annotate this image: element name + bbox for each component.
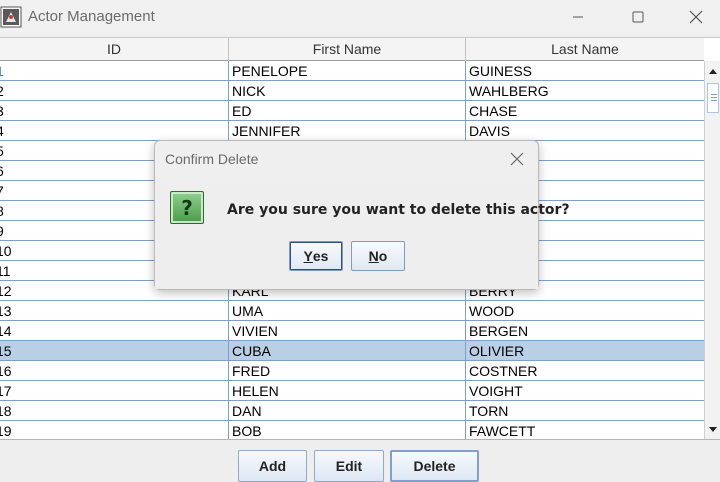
- yes-label-rest: es: [312, 248, 329, 264]
- maximize-icon: [632, 11, 644, 23]
- yes-button[interactable]: Yes: [289, 241, 343, 271]
- close-button[interactable]: [666, 0, 720, 34]
- cell-first-name[interactable]: FRED: [229, 361, 466, 381]
- question-icon: ?: [170, 191, 204, 224]
- scroll-up-button[interactable]: [705, 63, 720, 79]
- cell-last-name[interactable]: TORN: [466, 401, 704, 421]
- table-row[interactable]: 4JENNIFERDAVIS: [0, 121, 704, 141]
- cell-id[interactable]: 3: [0, 101, 229, 121]
- cell-first-name[interactable]: DAN: [229, 401, 466, 421]
- java-app-icon: [0, 6, 22, 28]
- cell-last-name[interactable]: FAWCETT: [466, 421, 704, 439]
- cell-last-name[interactable]: WOOD: [466, 301, 704, 321]
- thumb-grip-line: [711, 94, 717, 95]
- dialog-close-icon[interactable]: [509, 151, 525, 167]
- cell-last-name[interactable]: CHASE: [466, 101, 704, 121]
- cell-last-name[interactable]: COSTNER: [466, 361, 704, 381]
- title-bar: Actor Management: [0, 0, 720, 34]
- thumb-grip-line: [711, 100, 717, 101]
- vertical-scrollbar[interactable]: [704, 61, 720, 439]
- cell-last-name[interactable]: GUINESS: [466, 61, 704, 81]
- dialog-message: Are you sure you want to delete this act…: [227, 202, 570, 218]
- no-label-rest: o: [378, 248, 388, 264]
- cell-id[interactable]: 4: [0, 121, 229, 141]
- cell-id[interactable]: 19: [0, 421, 229, 439]
- cell-id[interactable]: 13: [0, 301, 229, 321]
- table-row[interactable]: 13UMAWOOD: [0, 301, 704, 321]
- cell-last-name[interactable]: VOIGHT: [466, 381, 704, 401]
- maximize-button[interactable]: [608, 0, 668, 34]
- cell-id[interactable]: 14: [0, 321, 229, 341]
- cell-first-name[interactable]: UMA: [229, 301, 466, 321]
- column-header-id[interactable]: ID: [0, 38, 229, 61]
- cell-first-name[interactable]: ED: [229, 101, 466, 121]
- cell-first-name[interactable]: HELEN: [229, 381, 466, 401]
- arrow-up-icon: [709, 69, 717, 74]
- edit-button[interactable]: Edit: [314, 450, 384, 482]
- cell-first-name[interactable]: CUBA: [229, 341, 466, 361]
- no-mnemonic: N: [368, 248, 379, 264]
- thumb-grip-line: [711, 97, 717, 98]
- table-row[interactable]: 17HELENVOIGHT: [0, 381, 704, 401]
- cell-first-name[interactable]: PENELOPE: [229, 61, 466, 81]
- cell-first-name[interactable]: JENNIFER: [229, 121, 466, 141]
- add-button[interactable]: Add: [238, 450, 307, 482]
- minimize-button[interactable]: [548, 0, 608, 34]
- dialog-title: Confirm Delete: [165, 151, 259, 167]
- minimize-icon: [573, 16, 583, 18]
- cell-last-name[interactable]: BERGEN: [466, 321, 704, 341]
- cell-id[interactable]: 1: [0, 61, 229, 81]
- table-header: ID First Name Last Name: [0, 38, 704, 61]
- no-button[interactable]: No: [351, 241, 405, 271]
- yes-mnemonic: Y: [303, 248, 313, 264]
- table-row[interactable]: 19BOBFAWCETT: [0, 421, 704, 439]
- window-title: Actor Management: [28, 8, 155, 25]
- cell-first-name[interactable]: BOB: [229, 421, 466, 439]
- cell-id[interactable]: 17: [0, 381, 229, 401]
- cell-last-name[interactable]: DAVIS: [466, 121, 704, 141]
- cell-id[interactable]: 15: [0, 341, 229, 361]
- cell-id[interactable]: 18: [0, 401, 229, 421]
- cell-last-name[interactable]: OLIVIER: [466, 341, 704, 361]
- cell-id[interactable]: 16: [0, 361, 229, 381]
- close-icon: [689, 10, 703, 24]
- column-header-first-name[interactable]: First Name: [229, 38, 466, 61]
- arrow-down-icon: [709, 427, 717, 432]
- delete-button[interactable]: Delete: [390, 450, 479, 482]
- cell-first-name[interactable]: NICK: [229, 81, 466, 101]
- table-row[interactable]: 18DANTORN: [0, 401, 704, 421]
- column-header-last-name[interactable]: Last Name: [466, 38, 704, 61]
- scroll-down-button[interactable]: [705, 422, 720, 438]
- table-row[interactable]: 15CUBAOLIVIER: [0, 341, 704, 361]
- table-row[interactable]: 2NICKWAHLBERG: [0, 81, 704, 101]
- dialog-body: ? Are you sure you want to delete this a…: [155, 178, 570, 289]
- table-row[interactable]: 16FREDCOSTNER: [0, 361, 704, 381]
- cell-last-name[interactable]: WAHLBERG: [466, 81, 704, 101]
- scrollbar-thumb[interactable]: [707, 83, 719, 113]
- table-row[interactable]: 3EDCHASE: [0, 101, 704, 121]
- table-row[interactable]: 1PENELOPEGUINESS: [0, 61, 704, 81]
- cell-id[interactable]: 2: [0, 81, 229, 101]
- confirm-delete-dialog: Confirm Delete ? Are you sure you want t…: [154, 140, 570, 290]
- table-row[interactable]: 14VIVIENBERGEN: [0, 321, 704, 341]
- cell-first-name[interactable]: VIVIEN: [229, 321, 466, 341]
